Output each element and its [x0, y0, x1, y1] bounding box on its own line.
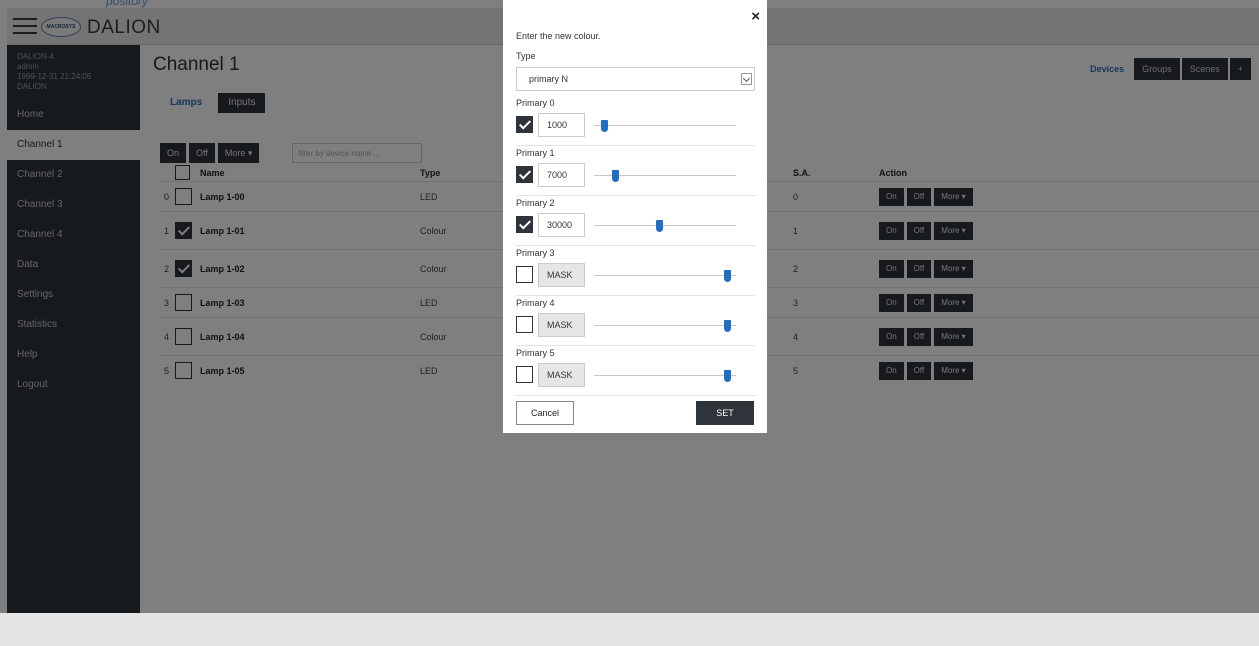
type-label: Type — [516, 51, 536, 61]
primary-label: Primary 3 — [516, 248, 555, 258]
primary-slider-handle[interactable] — [724, 320, 731, 332]
primary-row: Primary 5 MASK — [516, 346, 755, 396]
primary-checkbox[interactable] — [516, 366, 533, 383]
cancel-button[interactable]: Cancel — [516, 401, 574, 425]
footer-bar — [0, 613, 1259, 646]
primary-value-input[interactable]: 7000 — [538, 163, 585, 187]
chevron-down-icon — [741, 73, 752, 85]
primary-slider-handle[interactable] — [601, 120, 608, 132]
primary-value-input[interactable]: MASK — [538, 263, 585, 287]
primary-row: Primary 0 1000 — [516, 96, 755, 146]
primary-label: Primary 0 — [516, 98, 555, 108]
primary-value-input[interactable]: 1000 — [538, 113, 585, 137]
primary-value-input[interactable]: MASK — [538, 313, 585, 337]
primary-slider-handle[interactable] — [612, 170, 619, 182]
primary-checkbox[interactable] — [516, 116, 533, 133]
primary-value-input[interactable]: MASK — [538, 363, 585, 387]
primary-slider-track[interactable] — [594, 275, 736, 276]
primary-slider-track[interactable] — [594, 125, 736, 126]
type-select-value: primary N — [529, 74, 569, 84]
type-select[interactable]: primary N — [516, 67, 755, 91]
dialog-title: Enter the new colour. — [516, 31, 601, 41]
primary-label: Primary 1 — [516, 148, 555, 158]
primary-slider-handle[interactable] — [656, 220, 663, 232]
primary-row: Primary 1 7000 — [516, 146, 755, 196]
primary-checkbox[interactable] — [516, 166, 533, 183]
primary-label: Primary 2 — [516, 198, 555, 208]
primary-row: Primary 2 30000 — [516, 196, 755, 246]
primary-row: Primary 4 MASK — [516, 296, 755, 346]
primary-slider-track[interactable] — [594, 325, 736, 326]
colour-dialog: × Enter the new colour. Type primary N P… — [503, 0, 767, 433]
close-icon[interactable]: × — [751, 9, 760, 24]
primary-slider-handle[interactable] — [724, 370, 731, 382]
primary-value-input[interactable]: 30000 — [538, 213, 585, 237]
primary-slider-track[interactable] — [594, 375, 736, 376]
primary-checkbox[interactable] — [516, 216, 533, 233]
primary-row: Primary 3 MASK — [516, 246, 755, 296]
primary-slider-handle[interactable] — [724, 270, 731, 282]
primary-slider-track[interactable] — [594, 225, 736, 226]
primary-label: Primary 4 — [516, 298, 555, 308]
primary-label: Primary 5 — [516, 348, 555, 358]
primary-checkbox[interactable] — [516, 316, 533, 333]
set-button[interactable]: SET — [696, 401, 754, 425]
primary-checkbox[interactable] — [516, 266, 533, 283]
